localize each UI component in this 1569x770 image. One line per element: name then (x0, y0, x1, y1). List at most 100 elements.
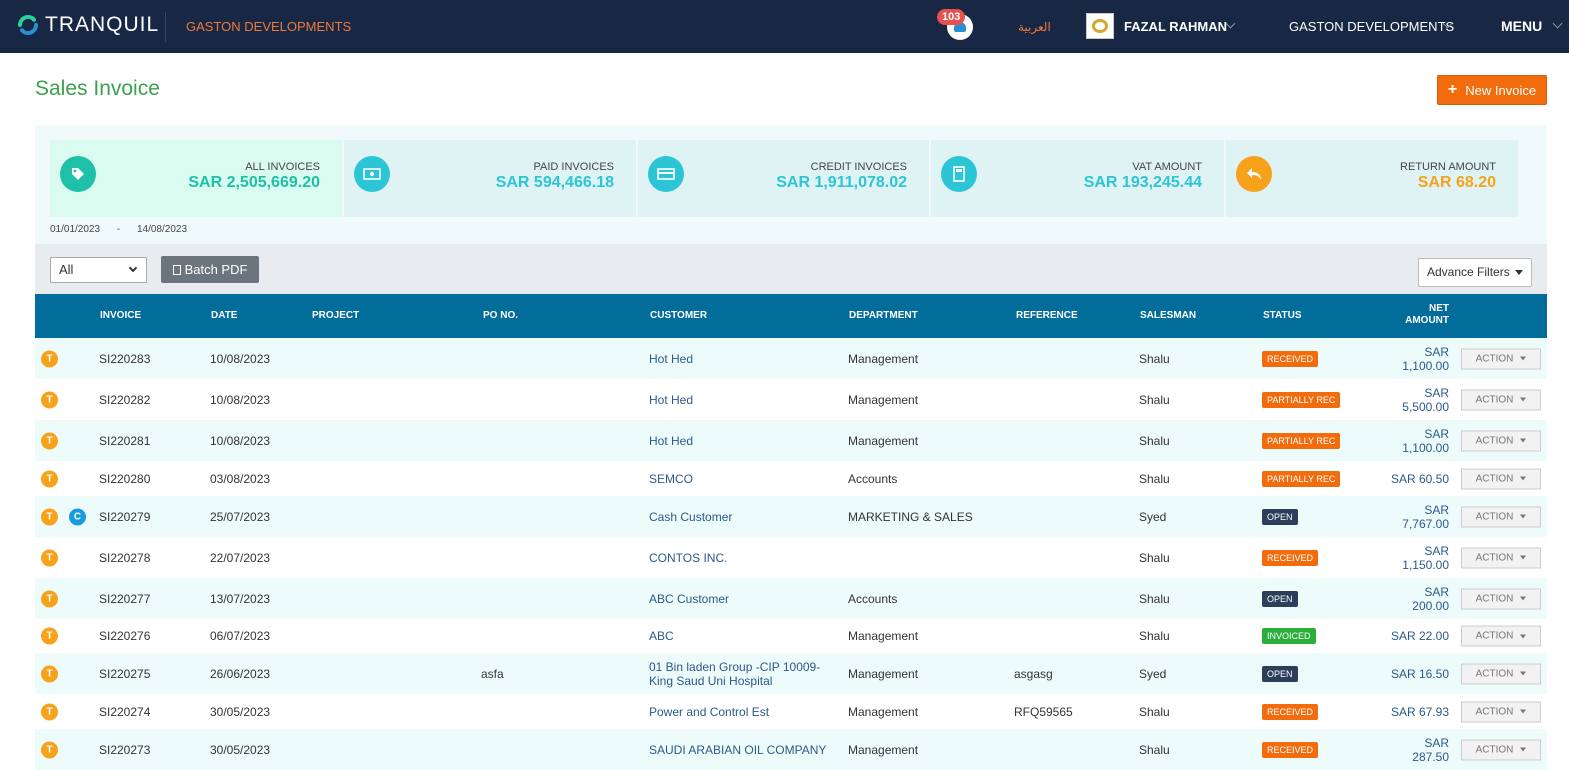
col-department[interactable]: DEPARTMENT (849, 310, 918, 321)
table-row[interactable]: T SI220282 10/08/2023 Management Shalu Hot He… (35, 379, 1547, 420)
main-menu-button[interactable]: MENU (1501, 18, 1542, 34)
invoice-date: 10/08/2023 (210, 433, 271, 448)
col-net-amount-line2: AMOUNT (1405, 315, 1449, 326)
salesman-cell: Syed (1139, 509, 1167, 524)
col-project[interactable]: PROJECT (312, 310, 359, 321)
summary-card-vat-amount[interactable]: VAT AMOUNT SAR 193,245.44 (931, 140, 1224, 217)
batch-pdf-button[interactable]: Batch PDF (161, 256, 259, 283)
table-row[interactable]: T SI220273 30/05/2023 Management Shalu SAUDI … (35, 729, 1547, 770)
col-net-amount[interactable]: NET AMOUNT (1395, 303, 1449, 327)
action-dropdown-button[interactable]: ACTION (1461, 625, 1541, 647)
customer-link[interactable]: Hot Hed (649, 434, 693, 448)
invoice-number-link[interactable]: SI220279 (99, 510, 150, 524)
new-invoice-button[interactable]: + New Invoice (1437, 75, 1547, 105)
user-avatar[interactable] (1086, 13, 1114, 39)
customer-link[interactable]: SEMCO (649, 472, 693, 486)
table-row[interactable]: T SI220276 06/07/2023 Management Shalu ABC INV… (35, 619, 1547, 653)
invoice-number-link[interactable]: SI220274 (99, 705, 150, 719)
invoice-number-link[interactable]: SI220283 (99, 352, 150, 366)
invoice-number-link[interactable]: SI220281 (99, 434, 150, 448)
net-amount-line2: 287.50 (1412, 749, 1449, 764)
invoice-date: 26/06/2023 (210, 666, 271, 681)
invoice-date: 30/05/2023 (210, 742, 271, 757)
table-row[interactable]: T SI220280 03/08/2023 Accounts Shalu SEMCO PAR… (35, 461, 1547, 496)
date-range-filter[interactable]: 01/01/2023 - 14/08/2023 (50, 224, 201, 235)
type-t-icon: T (41, 703, 58, 720)
action-dropdown-button[interactable]: ACTION (1461, 389, 1541, 410)
invoice-number-link[interactable]: SI220275 (99, 667, 150, 681)
customer-link[interactable]: Hot Hed (649, 352, 693, 366)
table-row[interactable]: T SI220275 26/06/2023 asfa Management asgasg S… (35, 653, 1547, 694)
customer-link[interactable]: 01 Bin laden Group -CIP 10009- King Saud … (649, 660, 820, 688)
table-row[interactable]: T SI220274 30/05/2023 Management RFQ59565 Sha… (35, 694, 1547, 729)
summary-card-all-invoices[interactable]: ALL INVOICES SAR 2,505,669.20 (50, 140, 342, 217)
date-to[interactable]: 14/08/2023 (137, 224, 187, 235)
table-row[interactable]: T SI220277 13/07/2023 Accounts Shalu ABC Cust… (35, 578, 1547, 619)
chevron-down-icon (1552, 18, 1563, 29)
caret-down-icon (1520, 397, 1527, 402)
action-label: ACTION (1475, 473, 1514, 484)
col-salesman[interactable]: SALESMAN (1140, 310, 1196, 321)
net-amount: SAR 1,100.00 (1402, 427, 1449, 455)
col-po-no[interactable]: PO NO. (483, 310, 518, 321)
action-dropdown-button[interactable]: ACTION (1461, 701, 1541, 722)
customer-link[interactable]: SAUDI ARABIAN OIL COMPANY (649, 743, 826, 757)
summary-card-credit-invoices[interactable]: CREDIT INVOICES SAR 1,911,078.02 (638, 140, 929, 217)
invoice-number-link[interactable]: SI220277 (99, 592, 150, 606)
advance-filters-button[interactable]: Advance Filters (1418, 258, 1532, 287)
action-dropdown-button[interactable]: ACTION (1461, 506, 1541, 527)
customer-link[interactable]: ABC Customer (649, 592, 729, 606)
table-row[interactable]: T C SI220279 25/07/2023 MARKETING & SALES Sye… (35, 496, 1547, 537)
invoice-number-link[interactable]: SI220280 (99, 472, 150, 486)
invoice-number-link[interactable]: SI220278 (99, 551, 150, 565)
action-dropdown-button[interactable]: ACTION (1461, 739, 1541, 760)
col-reference[interactable]: REFERENCE (1016, 310, 1078, 321)
action-dropdown-button[interactable]: ACTION (1461, 547, 1541, 568)
table-row[interactable]: T SI220283 10/08/2023 Management Shalu Hot He… (35, 338, 1547, 379)
table-row[interactable]: T SI220278 22/07/2023 Shalu CONTOS INC. RECEI… (35, 537, 1547, 578)
tranquil-logo-icon (18, 15, 38, 35)
action-dropdown-button[interactable]: ACTION (1461, 588, 1541, 609)
net-amount-line1: SAR (1424, 344, 1449, 359)
file-icon (172, 264, 181, 275)
action-dropdown-button[interactable]: ACTION (1461, 468, 1541, 489)
table-row[interactable]: T SI220281 10/08/2023 Management Shalu Hot He… (35, 420, 1547, 461)
net-amount-line1: SAR (1424, 385, 1449, 400)
col-date[interactable]: DATE (211, 310, 237, 321)
company-switcher-dropdown[interactable]: GASTON DEVELOPMENTS (1289, 19, 1454, 34)
language-toggle-link[interactable]: العربية (1018, 20, 1051, 34)
customer-link[interactable]: Hot Hed (649, 393, 693, 407)
customer-link[interactable]: Cash Customer (649, 510, 732, 524)
net-amount: SAR 5,500.00 (1402, 386, 1449, 414)
col-status[interactable]: STATUS (1263, 310, 1302, 321)
customer-link[interactable]: CONTOS INC. (649, 551, 727, 565)
action-label: ACTION (1475, 552, 1514, 563)
department-cell: Accounts (848, 471, 898, 486)
action-dropdown-button[interactable]: ACTION (1461, 348, 1541, 369)
customer-link[interactable]: ABC (649, 629, 674, 643)
card-label: VAT AMOUNT (1132, 161, 1202, 173)
summary-card-return-amount[interactable]: RETURN AMOUNT SAR 68.20 (1226, 140, 1518, 217)
status-filter-value: All (59, 262, 74, 277)
col-customer[interactable]: CUSTOMER (650, 310, 707, 321)
invoice-number-link[interactable]: SI220276 (99, 629, 150, 643)
company-seal-icon (1092, 19, 1108, 33)
card-value: SAR 2,505,669.20 (188, 174, 320, 191)
action-label: ACTION (1475, 630, 1514, 642)
user-menu-dropdown[interactable]: FAZAL RAHMAN (1124, 19, 1227, 34)
customer-name: ABC Customer (649, 591, 730, 606)
action-dropdown-button[interactable]: ACTION (1461, 430, 1541, 451)
department-cell: Management (848, 666, 919, 681)
col-invoice[interactable]: INVOICE (100, 310, 141, 321)
table-toolbar: All Batch PDF Advance Filters (35, 244, 1547, 294)
invoice-number-link[interactable]: SI220273 (99, 743, 150, 757)
customer-link[interactable]: Power and Control Est (649, 705, 769, 719)
invoice-number-link[interactable]: SI220282 (99, 393, 150, 407)
date-from[interactable]: 01/01/2023 (50, 224, 100, 235)
brand-logo[interactable]: TRANQUIL (16, 13, 159, 37)
salesman-cell: Shalu (1139, 351, 1170, 366)
action-dropdown-button[interactable]: ACTION (1461, 663, 1541, 684)
customer-name-line2: King Saud Uni Hospital (649, 673, 773, 688)
summary-card-paid-invoices[interactable]: PAID INVOICES SAR 594,466.18 (344, 140, 636, 217)
status-filter-select[interactable]: All (50, 257, 147, 283)
